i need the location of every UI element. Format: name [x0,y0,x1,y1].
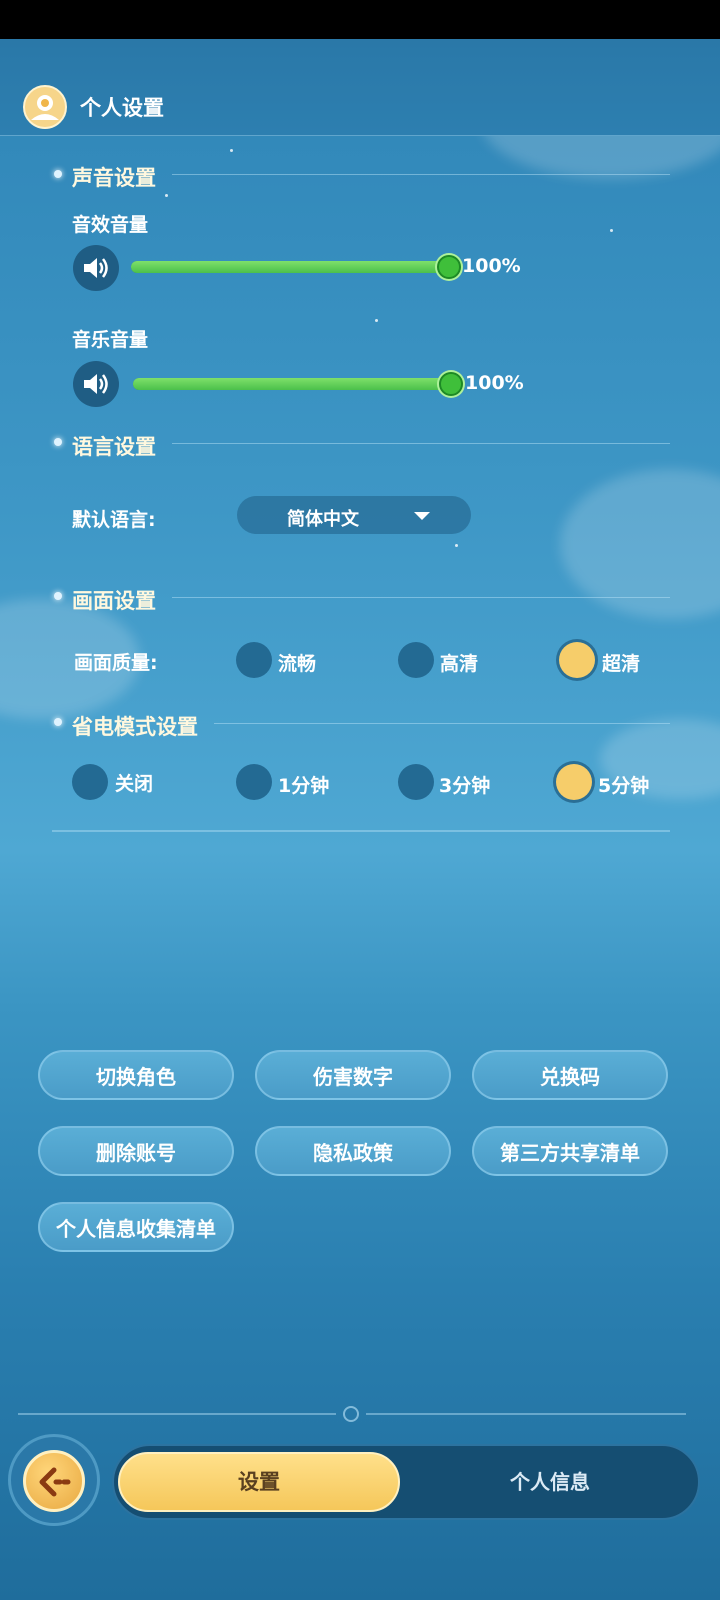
switch-role-button[interactable]: 切换角色 [38,1050,234,1100]
section-divider [172,174,670,175]
music-volume-slider[interactable] [133,378,451,390]
bottom-divider [366,1413,686,1415]
sfx-volume-fill [131,261,449,273]
section-divider [214,723,670,724]
graphics-quality-label: 画面质量: [74,652,158,674]
power-off-label[interactable]: 关闭 [115,769,153,796]
quality-ultra-label[interactable]: 超清 [602,649,640,676]
content-divider [52,830,670,832]
music-volume-value: 100% [465,372,524,394]
page-title: 个人设置 [80,96,164,120]
section-dot [54,718,62,726]
power-5min-label[interactable]: 5分钟 [598,771,649,798]
power-3min-label[interactable]: 3分钟 [439,771,490,798]
sfx-volume-knob[interactable] [437,255,461,279]
personal-info-collection-list-button[interactable]: 个人信息收集清单 [38,1202,234,1252]
quality-smooth-label[interactable]: 流畅 [278,649,316,676]
quality-ultra-radio[interactable] [559,642,595,678]
sfx-volume-slider[interactable] [131,261,449,273]
section-dot [54,438,62,446]
tab-settings[interactable]: 设置 [118,1452,400,1512]
language-selected-value: 简体中文 [287,509,359,530]
power-off-radio[interactable] [72,764,108,800]
default-language-label: 默认语言: [72,509,156,531]
sound-section-title: 声音设置 [72,166,156,190]
tab-profile[interactable]: 个人信息 [440,1466,660,1495]
language-dropdown[interactable]: 简体中文 [237,496,471,534]
power-section-title: 省电模式设置 [72,715,198,739]
delete-account-button[interactable]: 删除账号 [38,1126,234,1176]
status-bar [0,0,720,39]
section-dot [54,592,62,600]
third-party-share-list-button[interactable]: 第三方共享清单 [472,1126,668,1176]
power-1min-radio[interactable] [236,764,272,800]
section-dot [54,170,62,178]
power-3min-radio[interactable] [398,764,434,800]
bottom-divider [18,1413,336,1415]
chevron-down-icon [414,512,430,520]
back-arrow-icon [39,1467,71,1497]
privacy-policy-button[interactable]: 隐私政策 [255,1126,451,1176]
music-speaker-icon[interactable] [73,361,119,407]
quality-hd-radio[interactable] [398,642,434,678]
back-button[interactable] [23,1450,85,1512]
quality-hd-label[interactable]: 高清 [440,649,478,676]
sfx-speaker-icon[interactable] [73,245,119,291]
section-divider [172,597,670,598]
redeem-code-button[interactable]: 兑换码 [472,1050,668,1100]
music-volume-fill [133,378,451,390]
sfx-volume-value: 100% [462,255,521,277]
music-volume-label: 音乐音量 [72,329,149,351]
graphics-section-title: 画面设置 [72,589,156,613]
power-1min-label[interactable]: 1分钟 [278,771,329,798]
power-5min-radio[interactable] [556,764,592,800]
profile-emblem-icon [20,82,70,132]
music-volume-knob[interactable] [439,372,463,396]
quality-smooth-radio[interactable] [236,642,272,678]
language-section-title: 语言设置 [72,435,156,459]
damage-numbers-button[interactable]: 伤害数字 [255,1050,451,1100]
gear-icon [343,1406,359,1422]
sfx-volume-label: 音效音量 [72,214,149,236]
section-divider [172,443,670,444]
